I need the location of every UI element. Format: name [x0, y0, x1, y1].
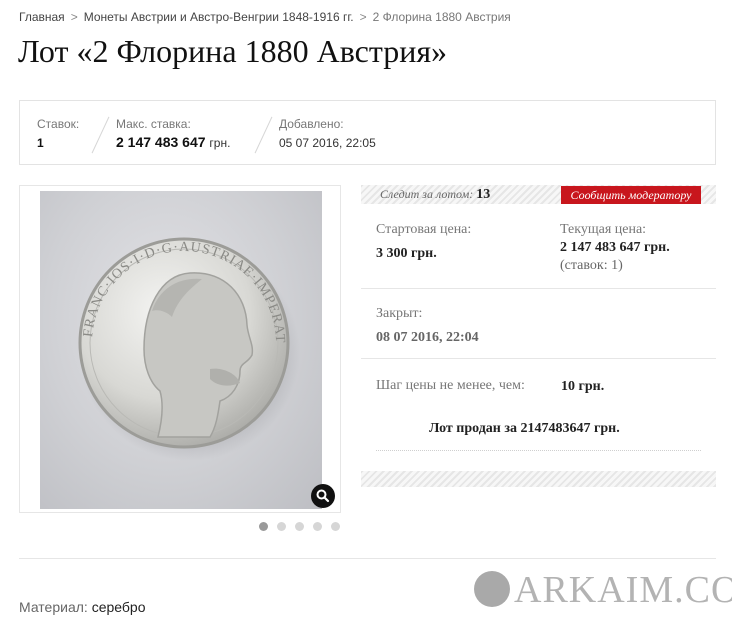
bid-step: Шаг цены не менее, чем: [376, 378, 525, 394]
section-divider [19, 558, 716, 559]
bottom-hatch-bar [361, 471, 716, 487]
coin-photo[interactable]: FRANC·IOS·I·D·G·AUSTRIAE·IMPERATOR [40, 191, 322, 509]
material-label: Материал: [19, 599, 88, 615]
watermark: ARKAIM.CO [474, 568, 732, 612]
material-value: серебро [91, 599, 146, 615]
breadcrumb-separator: > [359, 10, 367, 24]
closed-info: Закрыт: 08 07 2016, 22:04 [376, 306, 479, 346]
divider [361, 288, 716, 289]
bids-label: Ставок: [37, 117, 80, 131]
watchers-text: Следит за лотом: 13 [380, 187, 490, 203]
bid-step-label: Шаг цены не менее, чем: [376, 378, 525, 393]
gallery-dot-4[interactable] [313, 522, 322, 531]
max-bid-stat: Макс. ставка: 2 147 483 647 грн. [116, 117, 230, 150]
current-bids-count: (ставок: 1) [560, 258, 623, 273]
start-price: Стартовая цена: 3 300 грн. [376, 222, 471, 262]
bid-step-value: 10 грн. [561, 379, 605, 394]
breadcrumb-separator: > [70, 10, 78, 24]
max-bid-unit: грн. [209, 136, 231, 150]
zoom-button[interactable] [311, 484, 335, 508]
gallery-dot-3[interactable] [295, 522, 304, 531]
dotted-divider [376, 450, 701, 451]
stat-divider [254, 116, 273, 154]
bids-stat: Ставок: 1 [37, 117, 79, 150]
bids-value: 1 [37, 136, 44, 150]
gallery-dot-5[interactable] [331, 522, 340, 531]
breadcrumb-current: 2 Флорина 1880 Австрия [372, 10, 511, 24]
watermark-circle-icon [474, 571, 510, 607]
gallery-dot-2[interactable] [277, 522, 286, 531]
current-price: Текущая цена: 2 147 483 647 грн. (ставок… [560, 222, 670, 274]
watchers-count: 13 [476, 187, 491, 202]
max-bid-label: Макс. ставка: [116, 117, 191, 131]
closed-value: 08 07 2016, 22:04 [376, 330, 479, 345]
stat-divider [91, 116, 110, 154]
magnifier-icon [316, 489, 330, 503]
page-title: Лот «2 Флорина 1880 Австрия» [18, 33, 448, 69]
added-label: Добавлено: [279, 117, 344, 131]
current-price-value: 2 147 483 647 грн. [560, 240, 670, 255]
divider [361, 358, 716, 359]
breadcrumb-category-link[interactable]: Монеты Австрии и Австро-Венгрии 1848-191… [84, 10, 354, 24]
max-bid-value: 2 147 483 647 грн. [116, 134, 230, 150]
lot-stats-panel: Ставок: 1 Макс. ставка: 2 147 483 647 гр… [19, 100, 716, 165]
watchers-label: Следит за лотом: [380, 187, 474, 201]
photo-gallery: FRANC·IOS·I·D·G·AUSTRIAE·IMPERATOR [19, 185, 341, 513]
sold-text: Лот продан за 2147483647 грн. [429, 421, 620, 436]
start-price-label: Стартовая цена: [376, 222, 472, 237]
watermark-text: ARKAIM.CO [514, 569, 732, 611]
added-value: 05 07 2016, 22:05 [279, 136, 376, 150]
bid-step-amount: 10 грн. [561, 379, 604, 395]
breadcrumb-home-link[interactable]: Главная [19, 10, 65, 24]
max-bid-amount: 2 147 483 647 [116, 134, 206, 150]
material-row: Материал: серебро [19, 599, 145, 615]
current-price-label: Текущая цена: [560, 222, 647, 237]
added-stat: Добавлено: 05 07 2016, 22:05 [279, 117, 376, 150]
coin-image: FRANC·IOS·I·D·G·AUSTRIAE·IMPERATOR [40, 191, 300, 461]
closed-label: Закрыт: [376, 306, 423, 321]
sold-notice: Лот продан за 2147483647 грн. [429, 421, 620, 437]
gallery-dot-1[interactable] [259, 522, 268, 531]
breadcrumb: Главная > Монеты Австрии и Австро-Венгрии … [19, 10, 511, 24]
start-price-value: 3 300 грн. [376, 246, 437, 261]
report-moderator-button[interactable]: Сообщить модератору [561, 186, 701, 204]
